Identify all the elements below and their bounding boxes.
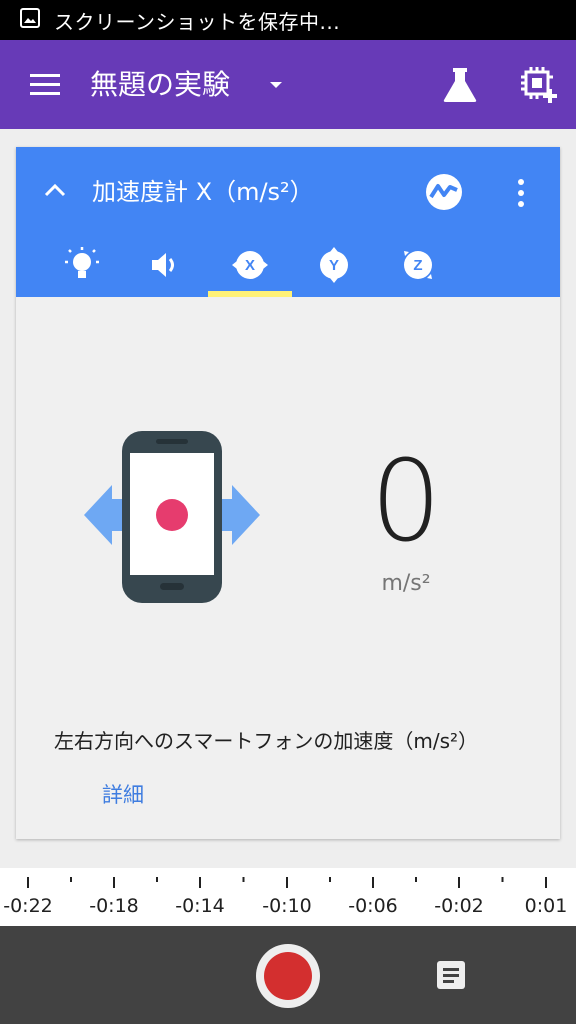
phone-left-right-icon bbox=[82, 429, 262, 605]
app-bar: 無題の実験 bbox=[0, 40, 576, 129]
tab-accel-z[interactable]: Z bbox=[376, 235, 460, 297]
arrow-drop-down-icon[interactable] bbox=[270, 82, 282, 88]
timeline-label: -0:10 bbox=[262, 895, 312, 917]
image-icon bbox=[20, 8, 40, 32]
accel-x-icon: X bbox=[230, 235, 270, 297]
status-bar: スクリーンショットを保存中... bbox=[0, 0, 576, 40]
selected-tab-indicator bbox=[208, 291, 292, 297]
svg-text:Z: Z bbox=[413, 257, 422, 274]
menu-icon[interactable] bbox=[28, 71, 62, 99]
tab-accel-y[interactable]: Y bbox=[292, 235, 376, 297]
timeline-label: -0:02 bbox=[434, 895, 484, 917]
accel-y-icon: Y bbox=[314, 235, 354, 297]
timeline-label: -0:06 bbox=[348, 895, 398, 917]
graph-icon[interactable] bbox=[425, 173, 463, 211]
experiment-title[interactable]: 無題の実験 bbox=[90, 66, 230, 104]
svg-text:X: X bbox=[245, 257, 255, 274]
tab-sound[interactable] bbox=[124, 235, 208, 297]
more-vert-icon[interactable] bbox=[513, 177, 529, 209]
flask-icon[interactable] bbox=[440, 67, 480, 103]
timeline-label: -0:14 bbox=[175, 895, 225, 917]
record-button[interactable] bbox=[256, 944, 320, 1008]
notes-icon[interactable] bbox=[436, 960, 466, 990]
bottom-control-bar bbox=[0, 926, 576, 1024]
sensor-title[interactable]: 加速度計 X（m/s²） bbox=[92, 175, 314, 209]
timeline-label: -0:22 bbox=[3, 895, 53, 917]
timeline-ticks bbox=[27, 877, 547, 888]
sensor-card-header: 加速度計 X（m/s²） X Y Z bbox=[16, 147, 560, 297]
volume-icon bbox=[146, 235, 186, 297]
timeline-axis[interactable]: -0:22 -0:18 -0:14 -0:10 -0:06 -0:02 0:01 bbox=[0, 868, 576, 926]
timeline-label: -0:18 bbox=[89, 895, 139, 917]
accel-z-icon: Z bbox=[398, 235, 438, 297]
tab-accel-x[interactable]: X bbox=[208, 235, 292, 297]
sensor-unit: m/s² bbox=[381, 571, 431, 596]
status-text: スクリーンショットを保存中... bbox=[54, 9, 341, 34]
details-link[interactable]: 詳細 bbox=[102, 779, 144, 809]
svg-text:Y: Y bbox=[329, 257, 339, 274]
timeline-label: 0:01 bbox=[524, 895, 568, 917]
sensor-card: 加速度計 X（m/s²） X Y Z 0 m/s² 左右方向へのスマートフォンの… bbox=[16, 147, 560, 839]
tab-ambient-light[interactable] bbox=[40, 235, 124, 297]
record-icon bbox=[264, 952, 312, 1000]
sensor-value: 0 bbox=[370, 437, 442, 567]
sensor-tabs: X Y Z bbox=[16, 235, 560, 297]
chevron-up-icon[interactable] bbox=[42, 181, 68, 199]
add-sensor-icon[interactable] bbox=[519, 65, 559, 105]
lightbulb-icon bbox=[62, 235, 102, 297]
sensor-description: 左右方向へのスマートフォンの加速度（m/s²） bbox=[54, 729, 479, 753]
